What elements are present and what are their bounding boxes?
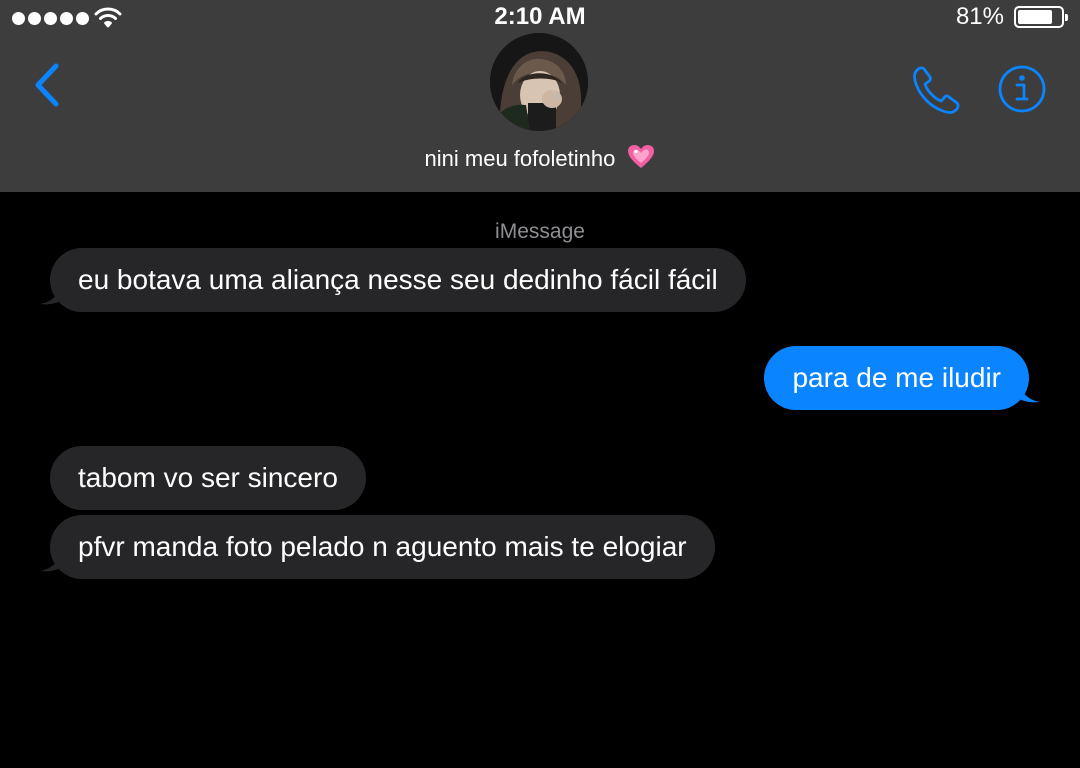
contact-name-row[interactable]: nini meu fofoletinho (0, 144, 1080, 172)
chevron-left-icon (35, 63, 59, 107)
header: 2:10 AM 81% nini meu fofoletinho (0, 0, 1080, 192)
contact-name: nini meu fofoletinho (424, 146, 616, 171)
contact-avatar[interactable] (490, 33, 588, 131)
message-thread[interactable]: iMessage eu botava uma aliança nesse seu… (0, 192, 1080, 768)
info-button[interactable] (997, 64, 1047, 114)
message-text: pfvr manda foto pelado n aguento mais te… (78, 531, 687, 562)
message-text: para de me iludir (792, 362, 1001, 393)
sparkling-heart-icon (628, 145, 655, 168)
avatar-photo (490, 33, 588, 131)
received-message-bubble[interactable]: pfvr manda foto pelado n aguento mais te… (50, 515, 715, 579)
received-message-bubble[interactable]: eu botava uma aliança nesse seu dedinho … (50, 248, 746, 312)
message-text: tabom vo ser sincero (78, 462, 338, 493)
bubble-tail (40, 551, 74, 572)
battery-percentage: 81% (955, 3, 1004, 30)
battery-icon (1014, 6, 1068, 28)
message-text: eu botava uma aliança nesse seu dedinho … (78, 264, 718, 295)
bubble-tail (1006, 382, 1040, 403)
conversation-nav-bar: nini meu fofoletinho (0, 33, 1080, 192)
service-label: iMessage (495, 220, 585, 243)
call-button[interactable] (910, 64, 964, 114)
bubble-tail (40, 284, 74, 305)
clock: 2:10 AM (494, 3, 586, 30)
sent-message-bubble[interactable]: para de me iludir (764, 346, 1029, 410)
received-message-bubble[interactable]: tabom vo ser sincero (50, 446, 366, 510)
back-button[interactable] (28, 60, 68, 110)
status-bar: 2:10 AM 81% (0, 0, 1080, 36)
phone-icon (913, 66, 960, 114)
info-icon (998, 65, 1046, 113)
